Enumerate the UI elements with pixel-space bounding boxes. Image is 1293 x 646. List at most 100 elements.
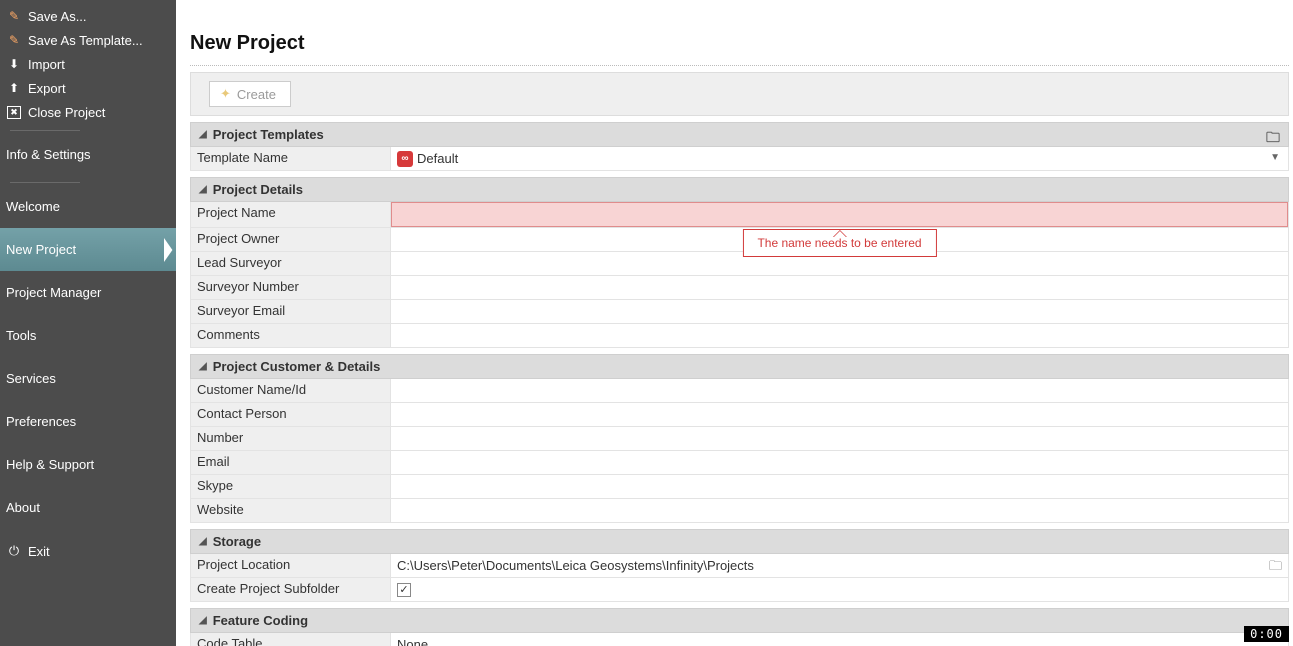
field-label: Template Name — [191, 147, 391, 170]
project-location-value: C:\Users\Peter\Documents\Leica Geosystem… — [397, 558, 754, 573]
create-button[interactable]: ✦ Create — [209, 81, 291, 107]
field-label: Customer Name/Id — [191, 379, 391, 402]
nav-item-label: Exit — [28, 544, 50, 559]
nav-new-project[interactable]: New Project — [0, 228, 176, 271]
nav-exit[interactable]: Exit — [0, 529, 176, 573]
file-item-label: Import — [28, 57, 65, 72]
customer-name-input[interactable] — [397, 382, 1282, 399]
contact-person-input[interactable] — [397, 406, 1282, 423]
nav-services[interactable]: Services — [0, 357, 176, 400]
create-subfolder-checkbox[interactable]: ✓ — [397, 583, 411, 597]
row-surveyor-email: Surveyor Email — [190, 300, 1289, 324]
file-save-as-template[interactable]: Save As Template... — [0, 28, 176, 52]
browse-folder-icon[interactable] — [1269, 557, 1282, 579]
section-title: Project Customer & Details — [213, 359, 381, 374]
field-label: Code Table — [191, 633, 391, 646]
create-bar: ✦ Create — [190, 72, 1289, 116]
import-icon — [6, 56, 22, 72]
project-name-input[interactable] — [398, 206, 1281, 223]
sidebar: Save As... Save As Template... Import Ex… — [0, 0, 176, 646]
nav-tools[interactable]: Tools — [0, 314, 176, 357]
field-label: Number — [191, 427, 391, 450]
export-icon — [6, 80, 22, 96]
customer-skype-input[interactable] — [397, 478, 1282, 495]
field-value: C:\Users\Peter\Documents\Leica Geosystem… — [391, 554, 1288, 577]
caret-down-icon: ◢ — [199, 184, 207, 195]
row-surveyor-number: Surveyor Number — [190, 276, 1289, 300]
row-customer-number: Number — [190, 427, 1289, 451]
field-label: Surveyor Email — [191, 300, 391, 323]
code-table-select[interactable]: None — [391, 633, 1288, 646]
section-header-storage[interactable]: ◢ Storage — [190, 529, 1289, 554]
nav-item-label: Welcome — [6, 199, 60, 214]
section-header-templates[interactable]: ◢ Project Templates — [190, 122, 1289, 147]
chevron-down-icon: ▼ — [1270, 152, 1280, 163]
file-item-label: Close Project — [28, 105, 105, 120]
saveas-template-icon — [6, 32, 22, 48]
row-create-subfolder: Create Project Subfolder ✓ — [190, 578, 1289, 602]
nav-preferences[interactable]: Preferences — [0, 400, 176, 443]
template-brand-icon: ∞ — [397, 151, 413, 167]
nav-info-settings[interactable]: Info & Settings — [0, 133, 176, 176]
title-divider — [190, 65, 1289, 66]
file-export[interactable]: Export — [0, 76, 176, 100]
comments-input[interactable] — [397, 327, 1282, 344]
section-header-customer[interactable]: ◢ Project Customer & Details — [190, 354, 1289, 379]
time-badge: 0:00 — [1244, 626, 1289, 642]
sidebar-separator — [10, 130, 80, 131]
row-project-owner: Project Owner — [190, 228, 1289, 252]
row-comments: Comments — [190, 324, 1289, 348]
saveas-icon — [6, 8, 22, 24]
file-close-project[interactable]: Close Project — [0, 100, 176, 124]
create-button-label: Create — [237, 87, 276, 102]
row-template-name: Template Name ∞ Default ▼ — [190, 147, 1289, 171]
nav-item-label: About — [6, 500, 40, 515]
power-icon — [6, 543, 22, 559]
field-label: Project Location — [191, 554, 391, 577]
nav-item-label: New Project — [6, 242, 76, 257]
field-label: Website — [191, 499, 391, 522]
caret-down-icon: ◢ — [199, 129, 207, 140]
file-save-as[interactable]: Save As... — [0, 4, 176, 28]
nav-project-manager[interactable]: Project Manager — [0, 271, 176, 314]
customer-email-input[interactable] — [397, 454, 1282, 471]
nav-item-label: Services — [6, 371, 56, 386]
row-code-table: Code Table None — [190, 633, 1289, 646]
field-label: Project Name — [191, 202, 391, 227]
customer-number-input[interactable] — [397, 430, 1282, 447]
star-icon: ✦ — [220, 86, 231, 102]
page-title: New Project — [190, 32, 1289, 55]
nav-item-label: Info & Settings — [6, 147, 91, 162]
field-label: Create Project Subfolder — [191, 578, 391, 601]
row-project-location: Project Location C:\Users\Peter\Document… — [190, 554, 1289, 578]
lead-surveyor-input[interactable] — [397, 255, 1282, 272]
main-content: New Project ✦ Create ◢ Project Templates… — [176, 0, 1293, 646]
nav-about[interactable]: About — [0, 486, 176, 529]
section-header-details[interactable]: ◢ Project Details — [190, 177, 1289, 202]
template-value: Default — [417, 151, 458, 166]
error-tooltip: The name needs to be entered — [742, 229, 936, 257]
section-header-feature-coding[interactable]: ◢ Feature Coding — [190, 608, 1289, 633]
code-table-value: None — [397, 637, 428, 646]
surveyor-number-input[interactable] — [397, 279, 1282, 296]
customer-website-input[interactable] — [397, 502, 1282, 519]
row-customer-name: Customer Name/Id — [190, 379, 1289, 403]
file-import[interactable]: Import — [0, 52, 176, 76]
field-label: Skype — [191, 475, 391, 498]
section-title: Project Details — [213, 182, 303, 197]
nav-help-support[interactable]: Help & Support — [0, 443, 176, 486]
sidebar-separator — [10, 182, 80, 183]
field-label: Lead Surveyor — [191, 252, 391, 275]
nav-item-label: Project Manager — [6, 285, 101, 300]
nav-item-label: Help & Support — [6, 457, 94, 472]
file-item-label: Save As... — [28, 9, 87, 24]
template-select[interactable]: ∞ Default ▼ — [391, 147, 1288, 170]
row-project-name: Project Name The name needs to be entere… — [190, 202, 1289, 228]
nav-welcome[interactable]: Welcome — [0, 185, 176, 228]
caret-down-icon: ◢ — [199, 536, 207, 547]
file-item-label: Save As Template... — [28, 33, 143, 48]
field-label: Project Owner — [191, 228, 391, 251]
surveyor-email-input[interactable] — [397, 303, 1282, 320]
section-title: Storage — [213, 534, 261, 549]
row-lead-surveyor: Lead Surveyor — [190, 252, 1289, 276]
